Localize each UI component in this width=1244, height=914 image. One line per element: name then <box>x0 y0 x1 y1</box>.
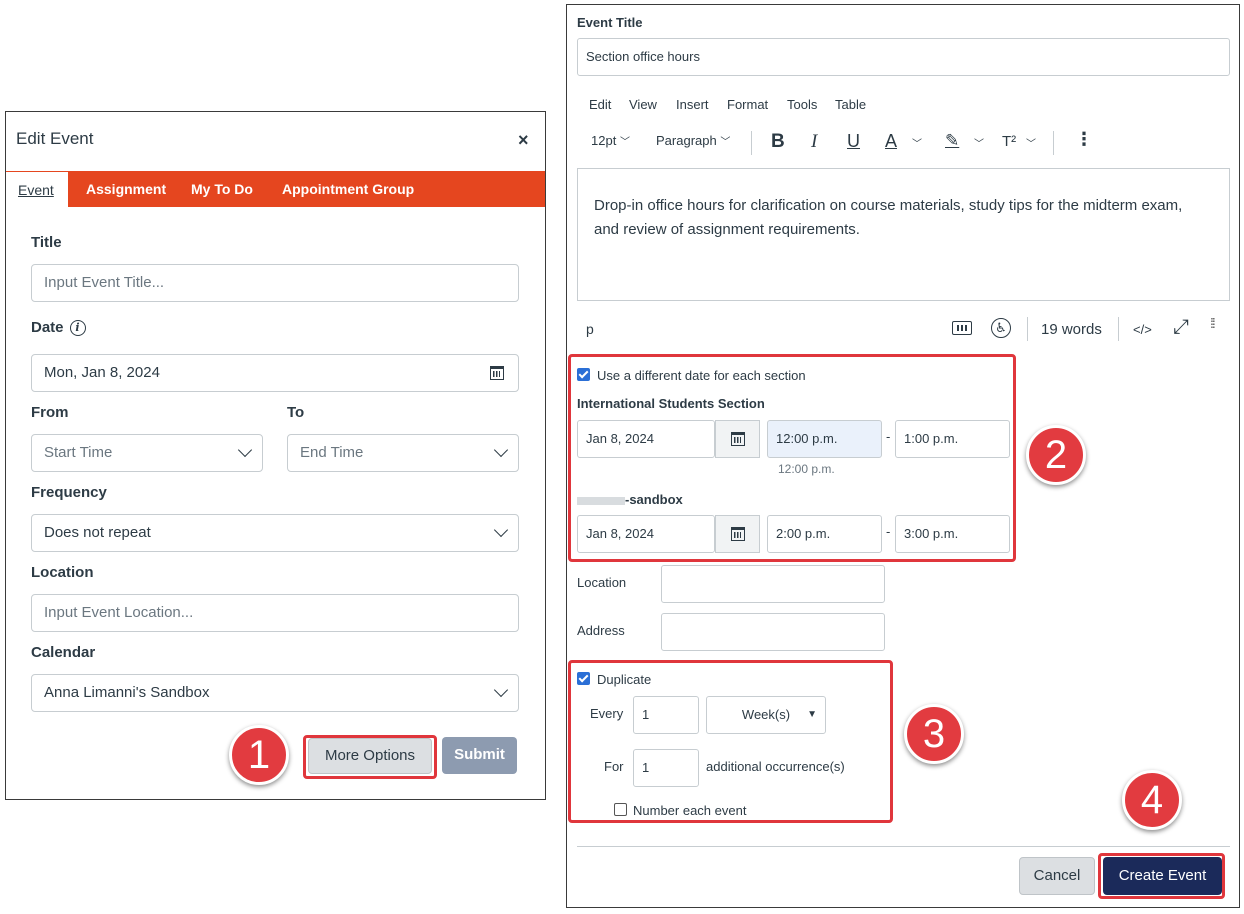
tab-assignment[interactable]: Assignment <box>86 171 166 207</box>
calendar-icon[interactable] <box>490 366 504 380</box>
block-format-select[interactable]: Paragraph ﹀ <box>656 133 730 148</box>
editor-content[interactable]: Drop-in office hours for clarification o… <box>590 194 1210 242</box>
font-size-value: 12pt <box>591 133 617 148</box>
address-label: Address <box>577 623 625 638</box>
tab-event[interactable]: Event <box>6 172 68 208</box>
title-label: Title <box>31 234 62 251</box>
status-divider <box>1118 317 1119 341</box>
location-label: Location <box>577 575 627 590</box>
chevron-down-icon[interactable]: ﹀ <box>1026 135 1036 150</box>
end-time-select[interactable]: End Time <box>287 434 519 472</box>
resize-handle-icon[interactable]: ⁞⁞ <box>1210 316 1216 330</box>
frequency-label: Frequency <box>31 484 107 501</box>
info-icon[interactable]: i <box>69 320 86 336</box>
menu-edit[interactable]: Edit <box>589 97 611 112</box>
dialog-title: Edit Event <box>16 129 94 148</box>
chevron-down-icon: ﹀ <box>720 137 731 148</box>
menu-tools[interactable]: Tools <box>787 97 817 112</box>
annotation-box-3 <box>568 660 893 823</box>
title-input[interactable]: Input Event Title... <box>31 264 519 302</box>
status-divider <box>1027 317 1028 341</box>
calendar-select[interactable]: Anna Limanni's Sandbox <box>31 674 519 712</box>
location-input[interactable] <box>661 565 885 603</box>
start-time-select[interactable]: Start Time <box>31 434 263 472</box>
menu-format[interactable]: Format <box>727 97 768 112</box>
underline-icon[interactable]: U <box>847 131 860 152</box>
submit-button[interactable]: Submit <box>442 737 517 774</box>
text-color-icon[interactable]: A <box>885 131 897 152</box>
bold-icon[interactable]: B <box>771 131 785 153</box>
start-time-placeholder: Start Time <box>44 444 113 461</box>
tab-appointment-group[interactable]: Appointment Group <box>282 171 414 207</box>
date-value: Mon, Jan 8, 2024 <box>44 364 160 381</box>
superscript-icon[interactable]: T² <box>1002 133 1016 150</box>
step-badge-2: 2 <box>1026 425 1086 485</box>
address-input[interactable] <box>661 613 885 651</box>
tab-my-to-do[interactable]: My To Do <box>191 171 253 207</box>
chevron-down-icon <box>493 442 509 458</box>
accessibility-icon[interactable]: ♿ <box>991 318 1011 338</box>
toolbar-divider <box>751 131 752 155</box>
location-input[interactable]: Input Event Location... <box>31 594 519 632</box>
html-editor-icon[interactable]: </> <box>1133 322 1152 337</box>
menu-insert[interactable]: Insert <box>676 97 709 112</box>
chevron-down-icon <box>237 442 253 458</box>
font-size-select[interactable]: 12pt ﹀ <box>591 133 630 148</box>
chevron-down-icon <box>493 522 509 538</box>
chevron-down-icon: ﹀ <box>619 137 630 148</box>
toolbar-divider <box>1053 131 1054 155</box>
italic-icon[interactable]: I <box>811 131 817 153</box>
event-title-label: Event Title <box>577 15 643 30</box>
event-type-tabs: Event Assignment My To Do Appointment Gr… <box>6 171 545 208</box>
calendar-label: Calendar <box>31 644 96 661</box>
edit-event-dialog: Edit Event × Event Assignment My To Do A… <box>5 111 546 800</box>
menu-table[interactable]: Table <box>835 97 866 112</box>
footer-divider <box>577 846 1230 847</box>
annotation-box-4 <box>1098 853 1225 899</box>
rich-text-editor[interactable]: Drop-in office hours for clarification o… <box>577 168 1230 301</box>
step-badge-4: 4 <box>1122 770 1182 830</box>
end-time-placeholder: End Time <box>300 444 364 461</box>
highlight-icon[interactable]: ✎ <box>945 131 959 151</box>
close-icon[interactable]: × <box>518 130 529 151</box>
frequency-select[interactable]: Does not repeat <box>31 514 519 552</box>
menu-view[interactable]: View <box>629 97 657 112</box>
event-title-input[interactable]: Section office hours <box>577 38 1230 76</box>
step-badge-1: 1 <box>229 725 289 785</box>
keyboard-icon[interactable] <box>952 321 972 335</box>
date-label: Date i <box>31 319 86 336</box>
cancel-button[interactable]: Cancel <box>1019 857 1095 895</box>
more-options-icon[interactable]: ⋮ <box>1075 129 1093 150</box>
annotation-box-2 <box>568 354 1016 562</box>
element-path[interactable]: p <box>586 321 594 337</box>
frequency-value: Does not repeat <box>44 524 151 541</box>
chevron-down-icon <box>493 682 509 698</box>
word-count[interactable]: 19 words <box>1041 321 1102 338</box>
chevron-down-icon[interactable]: ﹀ <box>974 135 984 150</box>
to-label: To <box>287 404 305 421</box>
date-label-text: Date <box>31 319 64 336</box>
location-label: Location <box>31 564 94 581</box>
chevron-down-icon[interactable]: ﹀ <box>912 135 922 150</box>
fullscreen-icon[interactable]: ⤢ <box>1173 316 1189 339</box>
more-options-button[interactable]: More Options <box>308 738 432 774</box>
calendar-value: Anna Limanni's Sandbox <box>44 684 210 701</box>
from-label: From <box>31 404 69 421</box>
date-input[interactable]: Mon, Jan 8, 2024 <box>31 354 519 392</box>
step-badge-3: 3 <box>904 704 964 764</box>
block-format-value: Paragraph <box>656 133 717 148</box>
